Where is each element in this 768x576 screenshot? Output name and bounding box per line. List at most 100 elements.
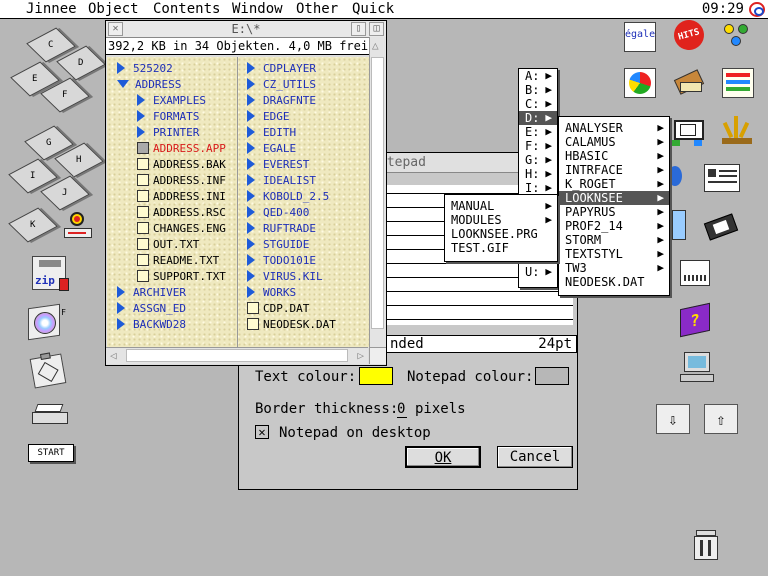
drive-menu-item[interactable]: G: ▶ [519, 153, 557, 167]
file-item[interactable]: SUPPORT.TXT [137, 269, 226, 285]
menu-object[interactable]: Object [88, 1, 139, 17]
folder-item[interactable]: ARCHIVER [117, 285, 186, 301]
menu-item[interactable]: PAPYRUS ▶ [559, 205, 669, 219]
cd-drive-icon[interactable]: F [28, 303, 66, 341]
drive-c-icon[interactable]: C [26, 27, 76, 63]
folder-item[interactable]: STGUIDE [247, 237, 309, 253]
folder-item[interactable]: VIRUS.KIL [247, 269, 323, 285]
border-thickness-input[interactable]: 0 [397, 401, 407, 418]
folder-item[interactable]: EDITH [247, 125, 296, 141]
menu-item[interactable]: LOOKNSEE ▶ [559, 191, 669, 205]
start-button[interactable]: START [28, 444, 74, 462]
egale-icon[interactable]: égale [624, 22, 656, 52]
folder-item[interactable]: EXAMPLES [137, 93, 206, 109]
fullsize-icon[interactable]: ◫ [369, 22, 384, 36]
menu-item[interactable]: PROF2_14 ▶ [559, 219, 669, 233]
contact-card-icon[interactable] [704, 164, 740, 192]
globe-icon[interactable] [668, 166, 682, 186]
folder-item[interactable]: IDEALIST [247, 173, 316, 189]
drive-i-icon[interactable]: I [8, 158, 58, 194]
folder-item[interactable]: FORMATS [137, 109, 199, 125]
drive-menu-item[interactable]: H: ▶ [519, 167, 557, 181]
system-icon[interactable] [749, 2, 765, 17]
keyboard-icon[interactable] [680, 260, 710, 286]
drive-j-icon[interactable]: J [40, 175, 90, 211]
menu-item[interactable]: STORM ▶ [559, 233, 669, 247]
folder-item[interactable]: CZ_UTILS [247, 77, 316, 93]
download-folder-icon[interactable]: ⇩ [656, 404, 690, 434]
file-item[interactable]: NEODESK.DAT [247, 317, 336, 333]
trash-icon[interactable] [692, 530, 720, 560]
folder-item[interactable]: EVEREST [247, 157, 309, 173]
hscroll-thumb[interactable] [126, 349, 348, 362]
menu-item[interactable]: LOOKNSEE.PRG [445, 227, 557, 241]
drive-d-icon[interactable]: D [56, 45, 106, 81]
folder-item[interactable]: EGALE [247, 141, 296, 157]
menu-jinnee[interactable]: Jinnee [26, 1, 77, 17]
menu-item[interactable]: K_ROGET ▶ [559, 177, 669, 191]
scroll-up-icon[interactable]: △ [372, 39, 379, 52]
horizontal-scrollbar[interactable]: ◁ ▷ [106, 347, 368, 364]
iconify-icon[interactable]: ▯ [351, 22, 366, 36]
file-item[interactable]: README.TXT [137, 253, 219, 269]
menu-item[interactable]: NEODESK.DAT [559, 275, 669, 289]
drive-f-icon[interactable]: F [40, 77, 90, 113]
drive-k-icon[interactable]: K [8, 207, 58, 243]
vertical-scrollbar[interactable]: △ [369, 37, 386, 349]
file-item[interactable]: ADDRESS.RSC [137, 205, 226, 221]
drive-menu-item[interactable]: B: ▶ [519, 83, 557, 97]
menu-item[interactable]: TW3 ▶ [559, 261, 669, 275]
scanner-icon[interactable] [64, 212, 92, 242]
drive-menu-item[interactable]: C: ▶ [519, 97, 557, 111]
film-icon[interactable] [672, 116, 706, 146]
book-icon[interactable] [672, 210, 686, 240]
tape-icon[interactable] [702, 208, 740, 246]
cancel-button[interactable]: Cancel [497, 446, 573, 468]
folder-item[interactable]: DRAGFNTE [247, 93, 316, 109]
drive-menu-item[interactable]: I: ▶ [519, 181, 557, 195]
scroll-left-icon[interactable]: ◁ [110, 349, 117, 362]
help-book-icon[interactable]: ? [680, 302, 710, 338]
notepad-on-desktop-checkbox[interactable]: ✕ [255, 425, 269, 439]
computer-icon[interactable] [680, 352, 714, 384]
color-palette-icon[interactable] [722, 68, 754, 98]
molecule-icon[interactable] [722, 22, 752, 50]
folder-item[interactable]: ASSGN_ED [117, 301, 186, 317]
menu-item[interactable]: MODULES ▶ [445, 213, 557, 227]
menu-item[interactable]: TEST.GIF [445, 241, 557, 255]
folder-item[interactable]: EDGE [247, 109, 290, 125]
file-item[interactable]: CDP.DAT [247, 301, 309, 317]
drive-menu-item[interactable]: D: ▶ [519, 111, 557, 125]
menu-item[interactable]: HBASIC ▶ [559, 149, 669, 163]
upload-folder-icon[interactable]: ⇧ [704, 404, 738, 434]
folder-item[interactable]: QED-400 [247, 205, 309, 221]
file-item[interactable]: ADDRESS.BAK [137, 157, 226, 173]
drive-menu-item[interactable]: E: ▶ [519, 125, 557, 139]
scroll-thumb[interactable] [371, 57, 384, 329]
close-icon[interactable]: ✕ [108, 22, 123, 36]
menu-item[interactable]: CALAMUS ▶ [559, 135, 669, 149]
menu-contents[interactable]: Contents [153, 1, 220, 17]
menu-window[interactable]: Window [232, 1, 283, 17]
drive-menu-item[interactable]: U: ▶ [519, 265, 557, 279]
menu-item[interactable]: TEXTSTYL ▶ [559, 247, 669, 261]
plant-icon[interactable] [722, 116, 752, 146]
drive-g-icon[interactable]: G [24, 125, 74, 161]
pie-chart-icon[interactable] [624, 68, 656, 98]
book-stack-icon[interactable] [672, 68, 706, 98]
text-colour-swatch[interactable] [359, 367, 393, 385]
file-item[interactable]: CHANGES.ENG [137, 221, 226, 237]
drive-menu-item[interactable]: A: ▶ [519, 69, 557, 83]
folder-item[interactable]: TODO101E [247, 253, 316, 269]
folder-item[interactable]: PRINTER [137, 125, 199, 141]
folder-item[interactable]: ADDRESS [117, 77, 181, 93]
menu-quick[interactable]: Quick [352, 1, 394, 17]
file-item[interactable]: ADDRESS.INF [137, 173, 226, 189]
folder-item[interactable]: KOBOLD_2.5 [247, 189, 329, 205]
menu-item[interactable]: MANUAL ▶ [445, 199, 557, 213]
file-item[interactable]: ADDRESS.APP [137, 141, 226, 157]
clipboard-icon[interactable] [29, 352, 67, 389]
zip-disk-icon[interactable]: zip [32, 256, 69, 291]
folder-item[interactable]: RUFTRADE [247, 221, 316, 237]
file-item[interactable]: ADDRESS.INI [137, 189, 226, 205]
